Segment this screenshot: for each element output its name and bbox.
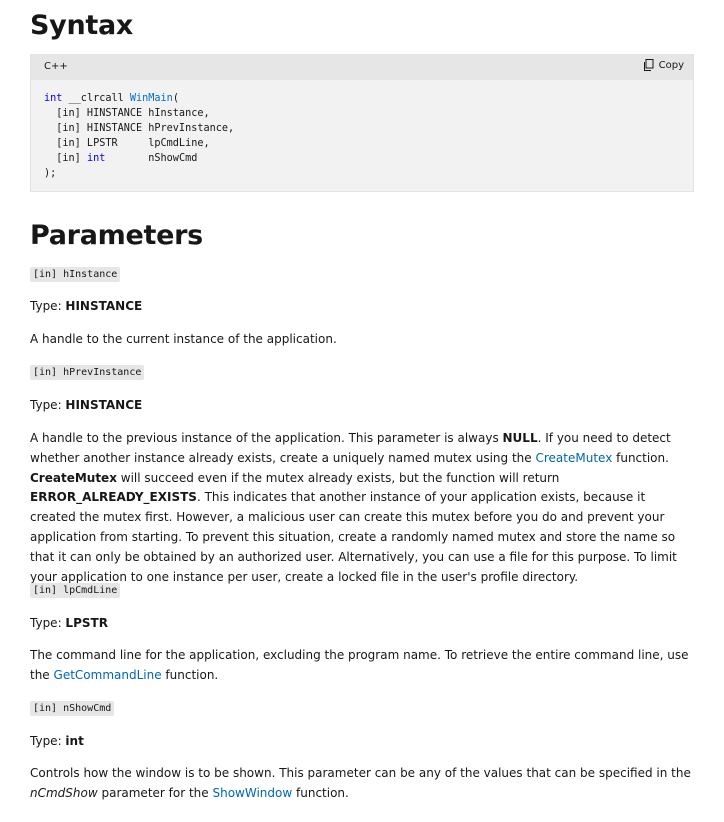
param-type-hinstance: Type: HINSTANCE [30, 297, 694, 317]
description-bold: ERROR_ALREADY_EXISTS [30, 490, 197, 505]
code-line-3: [in] HINSTANCE hPrevInstance, [44, 123, 235, 134]
type-value: int [65, 734, 84, 748]
param-description-hinstance: A handle to the current instance of the … [30, 332, 337, 346]
link-getcommandline[interactable]: GetCommandLine [54, 668, 162, 682]
description-text: function. [612, 450, 669, 465]
code-text: [in] [44, 153, 87, 164]
type-prefix: Type: [30, 616, 66, 630]
description-text: A handle to the previous instance of the… [30, 431, 503, 445]
code-text: ( [172, 93, 179, 104]
param-type-hprevinstance: Type: HINSTANCE [30, 396, 694, 416]
description-italic: nCmdShow [30, 785, 98, 800]
syntax-heading: Syntax [30, 10, 134, 41]
code-line-5: [in] int nShowCmd [44, 153, 197, 164]
description-text: will succeed even if the mutex already e… [116, 470, 560, 485]
code-line-2: [in] HINSTANCE hInstance, [44, 108, 210, 119]
param-type-lpcmdline: Type: LPSTR [30, 614, 694, 634]
param-description-hprevinstance: A handle to the previous instance of the… [30, 429, 694, 587]
param-signature-lpcmdline: [in] lpCmdLine [30, 583, 121, 598]
link-createmutex[interactable]: CreateMutex [535, 451, 612, 465]
code-text: nShowCmd [105, 153, 198, 164]
copy-label: Copy [658, 59, 684, 71]
code-line-6: ); [44, 168, 57, 179]
code-line-4: [in] LPSTR lpCmdLine, [44, 138, 210, 149]
code-header: C++ Copy [31, 55, 693, 80]
code-content: int __clrcall WinMain( [in] HINSTANCE hI… [44, 91, 234, 181]
code-keyword: int [86, 153, 106, 164]
type-prefix: Type: [30, 299, 66, 313]
type-value: LPSTR [65, 616, 108, 630]
description-text: function. [161, 667, 219, 682]
param-description-lpcmdline: The command line for the application, ex… [30, 646, 694, 686]
parameters-heading: Parameters [30, 220, 203, 251]
doc-page: Syntax C++ Copy int __clrcall WinMain( [… [0, 0, 724, 822]
type-prefix: Type: [30, 734, 66, 748]
param-signature-hinstance: [in] hInstance [30, 267, 121, 282]
code-line-1: int __clrcall WinMain( [44, 93, 179, 104]
description-text: Controls how the window is to be shown. … [30, 766, 691, 780]
type-prefix: Type: [30, 398, 66, 412]
copy-icon [643, 59, 654, 71]
code-block: C++ Copy int __clrcall WinMain( [in] HIN… [30, 54, 694, 192]
copy-button[interactable]: Copy [643, 59, 684, 71]
code-keyword: int [44, 93, 63, 104]
param-type-nshowcmd: Type: int [30, 732, 694, 752]
description-text: parameter for the [97, 785, 213, 800]
param-signature-hprevinstance: [in] hPrevInstance [30, 365, 145, 380]
type-value: HINSTANCE [65, 299, 143, 313]
code-language-label: C++ [44, 61, 68, 72]
param-signature-nshowcmd: [in] nShowCmd [30, 701, 115, 716]
code-function-name: WinMain [129, 93, 173, 104]
link-showwindow[interactable]: ShowWindow [212, 786, 292, 800]
param-description-nshowcmd: Controls how the window is to be shown. … [30, 764, 694, 804]
type-value: HINSTANCE [65, 398, 143, 412]
description-bold: CreateMutex [30, 470, 117, 485]
description-bold: NULL [502, 431, 538, 445]
code-text: __clrcall [62, 93, 130, 104]
description-text: function. [292, 785, 349, 800]
